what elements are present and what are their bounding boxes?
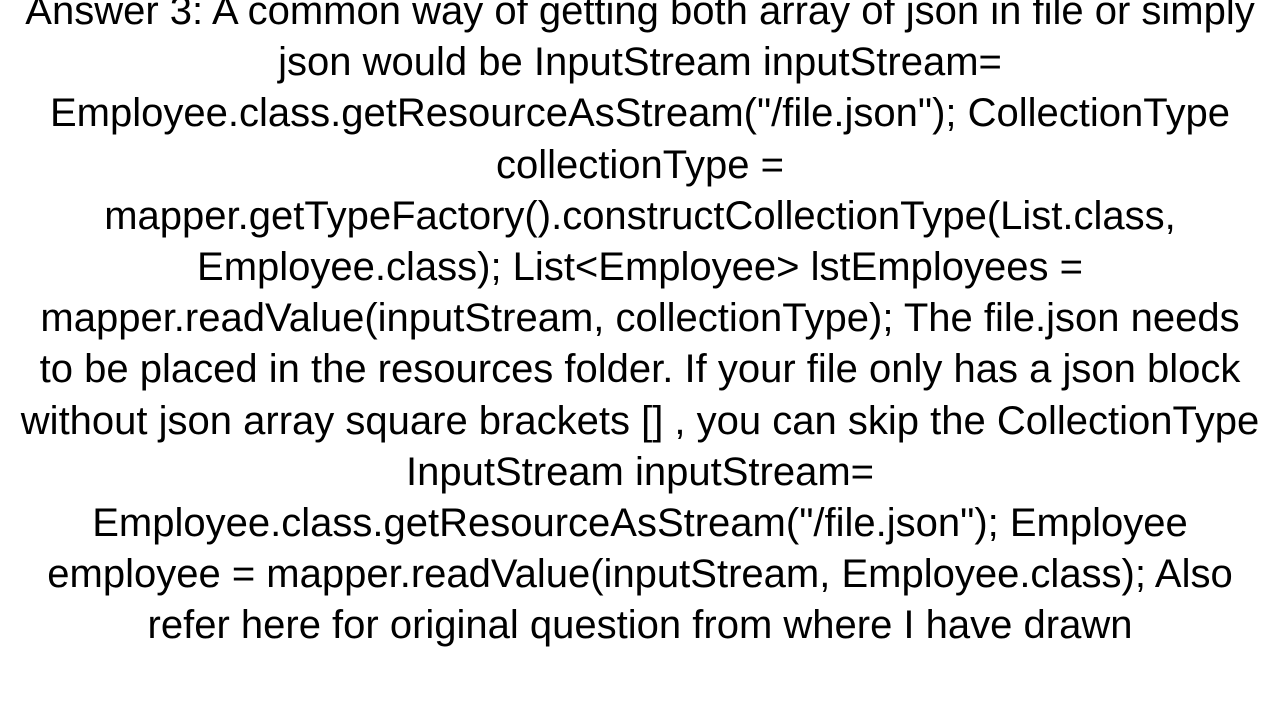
document-body-text: Answer 3: A common way of getting both a… (0, 0, 1280, 651)
